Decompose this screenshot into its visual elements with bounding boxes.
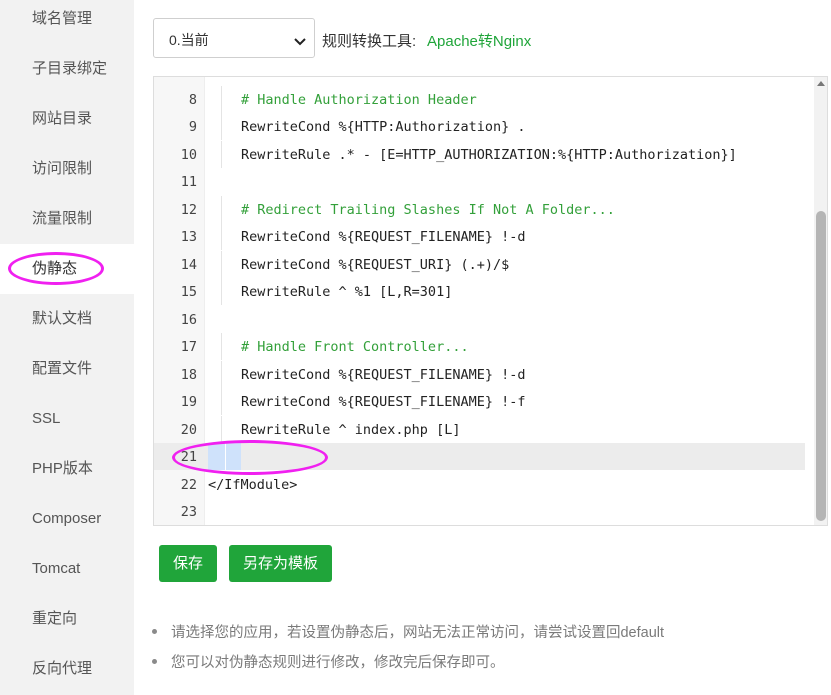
selection-divider — [225, 443, 226, 470]
line-number: 17 — [180, 339, 197, 355]
line-number: 11 — [180, 174, 197, 190]
comment-text: # Handle Front Controller... — [241, 339, 469, 355]
indent-guide — [221, 141, 222, 168]
sidebar-item-subdirectory-binding[interactable]: 子目录绑定 — [0, 44, 134, 94]
sidebar-item-tomcat[interactable]: Tomcat — [0, 544, 134, 594]
code-line: 12 # Redirect Trailing Slashes If Not A … — [154, 196, 805, 223]
bullet-icon — [152, 658, 157, 664]
code-line: 19 RewriteCond %{REQUEST_FILENAME} !-f — [154, 388, 805, 415]
code-line: 8 # Handle Authorization Header — [154, 86, 805, 113]
code-line: 14 RewriteCond %{REQUEST_URI} (.+)/$ — [154, 251, 805, 278]
indent-guide — [221, 416, 222, 443]
code-text: RewriteCond %{REQUEST_FILENAME} !-d — [241, 367, 526, 383]
rule-select[interactable]: 0.当前 — [153, 18, 315, 58]
line-number: 19 — [180, 394, 197, 410]
code-line: 20 RewriteRule ^ index.php [L] — [154, 416, 805, 443]
code-line-current: 21 — [154, 443, 805, 470]
code-line: 13 RewriteCond %{REQUEST_FILENAME} !-d — [154, 223, 805, 250]
code-text: RewriteRule ^ index.php [L] — [241, 422, 461, 438]
line-number: 22 — [180, 477, 197, 493]
line-number: 18 — [180, 367, 197, 383]
scrollbar-thumb[interactable] — [816, 211, 826, 521]
chevron-down-icon — [294, 33, 306, 49]
code-text: RewriteRule ^ %1 [L,R=301] — [241, 284, 453, 300]
code-editor[interactable]: 8 # Handle Authorization Header 9 Rewrit… — [153, 76, 828, 526]
sidebar-item-access-restriction[interactable]: 访问限制 — [0, 144, 134, 194]
code-line: 10 RewriteRule .* - [E=HTTP_AUTHORIZATIO… — [154, 141, 805, 168]
indent-guide — [221, 113, 222, 140]
sidebar-item-redirect[interactable]: 重定向 — [0, 594, 134, 644]
indent-guide — [221, 278, 222, 305]
code-line: 16 — [154, 306, 805, 333]
code-line: 11 — [154, 168, 805, 195]
sidebar-item-ssl[interactable]: SSL — [0, 394, 134, 444]
indent-guide — [221, 251, 222, 278]
line-number: 14 — [180, 257, 197, 273]
indent-guide — [221, 223, 222, 250]
indent-guide — [221, 333, 222, 360]
sidebar-item-composer[interactable]: Composer — [0, 494, 134, 544]
line-number: 23 — [180, 504, 197, 520]
code-line: 9 RewriteCond %{HTTP:Authorization} . — [154, 113, 805, 140]
comment-text: # Handle Authorization Header — [241, 92, 477, 108]
indent-guide — [221, 361, 222, 388]
help-note: 您可以对伪静态规则进行修改，修改完后保存即可。 — [152, 651, 505, 672]
sidebar-item-domain-management[interactable]: 域名管理 — [0, 0, 134, 44]
code-text: RewriteRule .* - [E=HTTP_AUTHORIZATION:%… — [241, 147, 737, 163]
rule-select-value: 0.当前 — [169, 32, 209, 48]
line-number: 12 — [180, 202, 197, 218]
code-line: 23 — [154, 498, 805, 525]
indent-guide — [221, 86, 222, 113]
sidebar: 域名管理 子目录绑定 网站目录 访问限制 流量限制 伪静态 默认文档 配置文件 … — [0, 0, 134, 695]
sidebar-item-php-version[interactable]: PHP版本 — [0, 444, 134, 494]
sidebar-item-pseudo-static[interactable]: 伪静态 — [0, 244, 134, 294]
code-line: 17 # Handle Front Controller... — [154, 333, 805, 360]
code-line: 22 </IfModule> — [154, 471, 805, 498]
code-text: RewriteCond %{REQUEST_URI} (.+)/$ — [241, 257, 510, 273]
code-text: RewriteCond %{REQUEST_FILENAME} !-d — [241, 229, 526, 245]
sidebar-item-site-directory[interactable]: 网站目录 — [0, 94, 134, 144]
code-text: # Handle Front Controller... — [241, 339, 469, 355]
help-note-text: 请选择您的应用，若设置伪静态后，网站无法正常访问，请尝试设置回default — [171, 625, 665, 641]
sidebar-item-default-document[interactable]: 默认文档 — [0, 294, 134, 344]
line-number: 9 — [188, 119, 197, 135]
line-number: 16 — [180, 312, 197, 328]
bullet-icon — [152, 628, 157, 634]
scroll-up-arrow-icon[interactable] — [817, 81, 825, 86]
indent-guide — [221, 388, 222, 415]
apache-to-nginx-link[interactable]: Apache转Nginx — [427, 30, 531, 51]
code-text: # Redirect Trailing Slashes If Not A Fol… — [241, 202, 615, 218]
help-note: 请选择您的应用，若设置伪静态后，网站无法正常访问，请尝试设置回default — [152, 621, 664, 642]
help-note-text: 您可以对伪静态规则进行修改，修改完后保存即可。 — [171, 655, 505, 671]
code-text: # Handle Authorization Header — [241, 92, 477, 108]
line-number: 13 — [180, 229, 197, 245]
code-line: 15 RewriteRule ^ %1 [L,R=301] — [154, 278, 805, 305]
indent-guide — [221, 196, 222, 223]
editor-scrollbar[interactable] — [814, 77, 827, 525]
line-number: 8 — [188, 92, 197, 108]
save-button[interactable]: 保存 — [159, 545, 217, 582]
sidebar-item-config-file[interactable]: 配置文件 — [0, 344, 134, 394]
converter-tool-label: 规则转换工具: — [322, 33, 417, 50]
code-text: RewriteCond %{HTTP:Authorization} . — [241, 119, 526, 135]
code-text: RewriteCond %{REQUEST_FILENAME} !-f — [241, 394, 526, 410]
code-text: </IfModule> — [208, 477, 298, 493]
line-number: 15 — [180, 284, 197, 300]
sidebar-item-reverse-proxy[interactable]: 反向代理 — [0, 644, 134, 694]
sidebar-item-traffic-limit[interactable]: 流量限制 — [0, 194, 134, 244]
line-number: 10 — [180, 147, 197, 163]
line-number: 20 — [180, 422, 197, 438]
comment-text: # Redirect Trailing Slashes If Not A Fol… — [241, 202, 615, 218]
line-number: 21 — [180, 449, 197, 465]
code-line: 18 RewriteCond %{REQUEST_FILENAME} !-d — [154, 361, 805, 388]
save-as-template-button[interactable]: 另存为模板 — [229, 545, 332, 582]
